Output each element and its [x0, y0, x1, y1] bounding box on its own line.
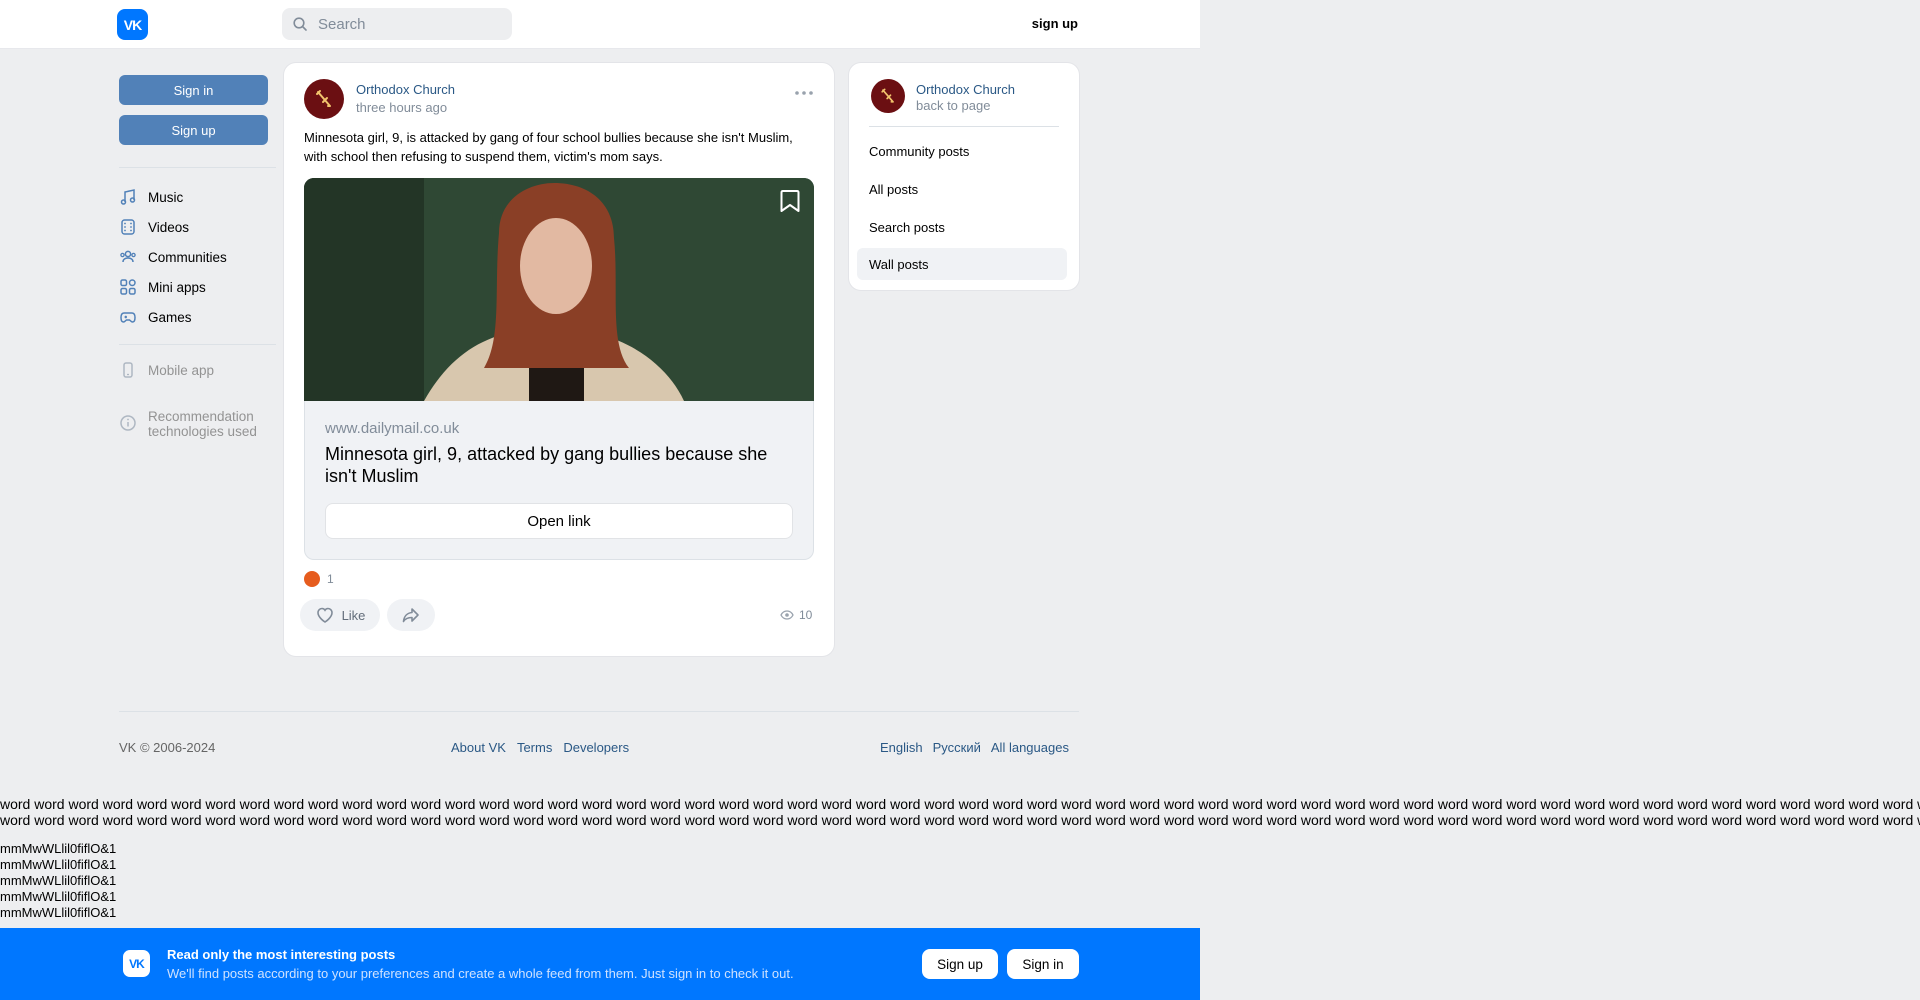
gamepad-icon [120, 312, 136, 323]
link-preview[interactable]: www.dailymail.co.uk Minnesota girl, 9, a… [304, 401, 814, 560]
bookmark-icon[interactable] [778, 188, 802, 214]
footer-links: About VK Terms Developers [451, 740, 629, 755]
panel-item-wall-posts[interactable]: Wall posts [857, 248, 1067, 280]
filler-glyph-line: mmMwWLlil0fiflO&1 [0, 889, 117, 904]
footer-link-terms[interactable]: Terms [517, 740, 552, 755]
music-note-icon [120, 189, 136, 205]
filler-word-lines: word word word word word word word word … [0, 796, 1920, 828]
language-russian[interactable]: Русский [933, 740, 981, 755]
sidebar-signup-button[interactable]: Sign up [119, 115, 268, 145]
footer-divider [119, 711, 1079, 712]
video-still-person [304, 178, 814, 401]
filler-glyph-lines: mmMwWLlil0fiflO&1 mmMwWLlil0fiflO&1 mmMw… [0, 841, 116, 921]
post-text: Minnesota girl, 9, is attacked by gang o… [304, 130, 793, 164]
cross-key-icon [316, 90, 331, 107]
language-all[interactable]: All languages [991, 740, 1069, 755]
header-signup-link[interactable]: sign up [1010, 16, 1078, 31]
post-link-image[interactable] [304, 178, 814, 401]
sidebar-item-music[interactable]: Music [119, 185, 183, 209]
reactions[interactable]: 1 [304, 571, 334, 587]
community-avatar[interactable] [304, 79, 344, 119]
panel-item-search-posts[interactable]: Search posts [857, 211, 1067, 243]
video-icon [121, 219, 135, 235]
footer-link-about[interactable]: About VK [451, 740, 506, 755]
sidebar-signin-button[interactable]: Sign in [119, 75, 268, 105]
community-name-link[interactable]: Orthodox Church [916, 82, 1015, 97]
share-button[interactable] [387, 599, 435, 631]
phone-icon [123, 362, 133, 378]
sidebar-item-videos[interactable]: Videos [119, 215, 189, 239]
sidebar-item-recommendation[interactable]: Recommendation technologies used [119, 409, 257, 439]
views-count: 10 [799, 608, 813, 622]
recommendation-line: technologies used [148, 424, 257, 439]
grid-icon [120, 279, 136, 295]
link-domain: www.dailymail.co.uk [325, 420, 460, 437]
banner-subtitle: We'll find posts according to your prefe… [167, 966, 794, 981]
banner-title: Read only the most interesting posts [167, 947, 396, 962]
link-title[interactable]: Minnesota girl, 9, attacked by gang bull… [325, 443, 785, 487]
sidebar-divider [119, 344, 276, 345]
search-box[interactable] [282, 8, 512, 40]
top-header: VK sign up [0, 0, 1200, 49]
panel-item-community-posts[interactable]: Community posts [857, 135, 1067, 167]
language-english[interactable]: English [880, 740, 923, 755]
footer-link-developers[interactable]: Developers [563, 740, 629, 755]
sidebar-item-games[interactable]: Games [119, 305, 192, 329]
panel-divider [869, 126, 1059, 127]
banner-signup-button[interactable]: Sign up [922, 949, 998, 979]
reaction-count: 1 [327, 572, 334, 586]
post-card: Orthodox Church three hours ago Minnesot… [284, 63, 834, 656]
back-to-page-link[interactable]: back to page [916, 98, 990, 113]
sidebar-item-label: Communities [148, 249, 227, 265]
sidebar-item-label: Mini apps [148, 279, 206, 295]
share-icon [402, 608, 419, 623]
sidebar-divider [119, 167, 276, 168]
info-icon [120, 415, 136, 431]
filler-glyph-line: mmMwWLlil0fiflO&1 [0, 841, 117, 856]
angry-emoji-icon [304, 571, 320, 587]
banner-signin-button[interactable]: Sign in [1007, 949, 1079, 979]
footer-copyright: VK © 2006-2024 [119, 740, 216, 755]
sidebar-item-label: Music [148, 189, 184, 205]
search-input[interactable] [316, 14, 510, 34]
filler-word-line: word word word word word word word word … [0, 812, 1920, 828]
recommendation-line: Recommendation [148, 409, 254, 424]
sidebar-item-communities[interactable]: Communities [119, 245, 227, 269]
eye-icon [780, 610, 794, 620]
vk-logo[interactable]: VK [117, 9, 148, 40]
sidebar-item-mobile-app[interactable]: Mobile app [119, 358, 214, 382]
heart-icon [316, 607, 333, 623]
post-time[interactable]: three hours ago [356, 100, 447, 115]
search-icon [293, 17, 307, 31]
panel-item-all-posts[interactable]: All posts [857, 173, 1067, 205]
like-button[interactable]: Like [300, 599, 380, 631]
sidebar-item-mini-apps[interactable]: Mini apps [119, 275, 206, 299]
sidebar-item-label: Mobile app [148, 362, 215, 378]
community-avatar[interactable] [871, 79, 905, 113]
more-options-icon[interactable] [792, 85, 816, 101]
users-icon [120, 250, 136, 263]
signin-promo-banner: VK Read only the most interesting posts … [0, 928, 1200, 1000]
community-nav-panel: Orthodox Church back to page Community p… [849, 63, 1079, 290]
filler-glyph-line: mmMwWLlil0fiflO&1 [0, 905, 117, 920]
post-author-link[interactable]: Orthodox Church [356, 82, 455, 97]
filler-word-line: word word word word word word word word … [0, 796, 1920, 812]
sidebar-item-label: Games [148, 309, 192, 325]
recommendation-text: Recommendation technologies used [148, 409, 257, 439]
like-label: Like [341, 607, 366, 623]
open-link-button[interactable]: Open link [325, 503, 793, 539]
footer-languages: English Русский All languages [880, 740, 1069, 755]
view-count: 10 [780, 608, 812, 622]
filler-glyph-line: mmMwWLlil0fiflO&1 [0, 873, 117, 888]
cross-key-icon [881, 88, 894, 103]
filler-glyph-line: mmMwWLlil0fiflO&1 [0, 857, 117, 872]
sidebar-item-label: Videos [148, 219, 190, 235]
vk-logo: VK [123, 950, 150, 977]
